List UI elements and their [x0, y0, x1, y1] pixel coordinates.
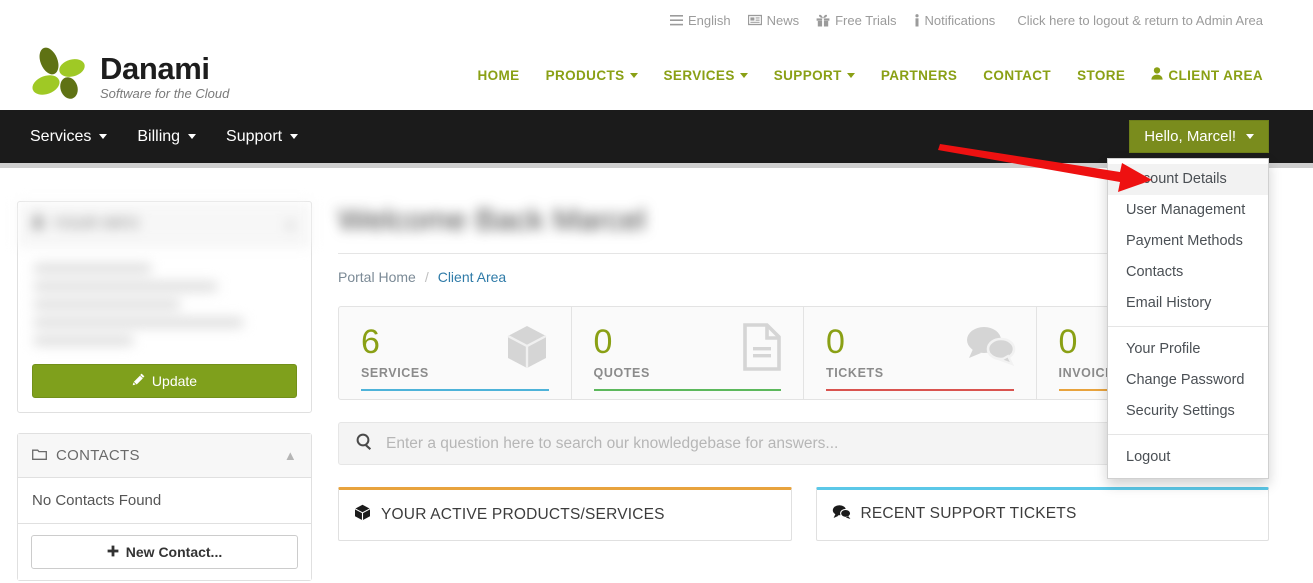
menu-item-security-settings[interactable]: Security Settings [1108, 396, 1268, 427]
navbar-item-services[interactable]: Services [30, 128, 108, 146]
sidebar: YOUR INFO ▲ Update CONTACTS ▲ No Contact… [17, 201, 312, 583]
active-products-title: YOUR ACTIVE PRODUCTS/SERVICES [381, 506, 665, 523]
menu-item-payment-methods[interactable]: Payment Methods [1108, 226, 1268, 257]
menu-item-change-password[interactable]: Change Password [1108, 365, 1268, 396]
nav-partners[interactable]: PARTNERS [881, 68, 957, 83]
menu-item-contacts[interactable]: Contacts [1108, 257, 1268, 288]
chevron-down-icon [629, 72, 638, 78]
your-info-panel: YOUR INFO ▲ Update [17, 201, 312, 413]
primary-navigation: HOME PRODUCTS SERVICES SUPPORT PARTNERS … [477, 67, 1263, 83]
menu-item-email-history[interactable]: Email History [1108, 288, 1268, 319]
menu-item-your-profile[interactable]: Your Profile [1108, 334, 1268, 365]
box-icon [354, 504, 371, 526]
menu-divider [1108, 326, 1268, 327]
quotes-rule [593, 389, 781, 391]
new-contact-button[interactable]: New Contact... [31, 535, 298, 569]
your-info-panel-header[interactable]: YOUR INFO ▲ [18, 202, 311, 246]
chat-bubbles-icon [964, 323, 1016, 372]
user-dropdown-menu: Account Details User Management Payment … [1107, 158, 1269, 479]
update-info-button[interactable]: Update [32, 364, 297, 398]
search-icon [356, 433, 373, 455]
nav-services[interactable]: SERVICES [664, 68, 748, 83]
your-info-body: Update [18, 246, 311, 412]
recent-tickets-panel: RECENT SUPPORT TICKETS [815, 487, 1269, 541]
active-products-header: YOUR ACTIVE PRODUCTS/SERVICES [339, 490, 791, 540]
menu-item-logout[interactable]: Logout [1108, 442, 1268, 473]
free-trials-label: Free Trials [835, 12, 897, 28]
newspaper-icon [747, 14, 762, 26]
chevron-up-icon[interactable]: ▲ [284, 216, 297, 231]
box-icon [503, 323, 551, 376]
nav-store[interactable]: STORE [1077, 68, 1125, 83]
contacts-empty-message: No Contacts Found [32, 492, 162, 509]
contacts-panel-header[interactable]: CONTACTS ▲ [18, 434, 311, 478]
chevron-down-icon [739, 72, 748, 78]
tickets-rule [826, 389, 1014, 391]
nav-home[interactable]: HOME [477, 68, 519, 83]
menu-divider [1108, 434, 1268, 435]
admin-logout-link[interactable]: Click here to logout & return to Admin A… [1017, 13, 1263, 28]
active-products-panel: YOUR ACTIVE PRODUCTS/SERVICES [338, 487, 792, 541]
nav-client-area[interactable]: CLIENT AREA [1151, 67, 1263, 83]
nav-products[interactable]: PRODUCTS [546, 68, 638, 83]
butterfly-leaf-logo [30, 47, 90, 103]
user-greeting-button[interactable]: Hello, Marcel! [1129, 120, 1269, 153]
gift-icon [816, 14, 830, 27]
user-icon [1151, 67, 1163, 83]
news-link[interactable]: News [747, 12, 800, 28]
contacts-panel: CONTACTS ▲ No Contacts Found New Contact… [17, 433, 312, 581]
document-icon [741, 323, 783, 376]
navbar-item-support[interactable]: Support [226, 128, 299, 146]
brand-name: Danami [100, 50, 210, 86]
stat-card-quotes[interactable]: 0 QUOTES [572, 307, 804, 399]
new-contact-label: New Contact... [125, 544, 223, 560]
language-selector[interactable]: English [669, 12, 731, 28]
breadcrumb-item-portal-home[interactable]: Portal Home [338, 269, 416, 285]
folder-icon [32, 447, 47, 464]
menu-item-user-management[interactable]: User Management [1108, 195, 1268, 226]
brand-tagline: Software for the Cloud [100, 85, 230, 101]
top-utility-bar: English News Free Trials Notifications C… [0, 0, 1313, 40]
chevron-down-icon [846, 72, 855, 78]
chevron-down-icon [290, 134, 299, 139]
stat-card-services[interactable]: 6 SERVICES [339, 307, 572, 399]
stat-card-tickets[interactable]: 0 TICKETS [804, 307, 1037, 399]
update-info-label: Update [151, 373, 198, 389]
news-label: News [766, 12, 800, 28]
hamburger-icon [669, 14, 683, 26]
brand-logo[interactable]: Danami Software for the Cloud [30, 47, 229, 103]
language-label: English [687, 12, 731, 28]
plus-icon [107, 544, 119, 560]
contacts-panel-footer: New Contact... [18, 523, 311, 580]
client-area-page: English News Free Trials Notifications C… [0, 0, 1313, 583]
breadcrumb-separator: / [424, 269, 429, 285]
user-greeting-label: Hello, Marcel! [1144, 128, 1236, 145]
services-rule [361, 389, 549, 391]
chevron-down-icon [99, 134, 108, 139]
breadcrumb-item-client-area[interactable]: Client Area [438, 269, 506, 285]
notifications-label: Notifications [924, 12, 996, 28]
chevron-down-icon [1246, 134, 1254, 139]
recent-tickets-header: RECENT SUPPORT TICKETS [817, 490, 1269, 538]
your-info-redacted-details [32, 260, 297, 364]
chat-bubbles-icon [832, 504, 851, 524]
notifications-link[interactable]: Notifications [914, 12, 996, 28]
chevron-down-icon [188, 134, 197, 139]
nav-contact[interactable]: CONTACT [983, 68, 1051, 83]
contacts-title: CONTACTS [56, 447, 140, 464]
recent-tickets-title: RECENT SUPPORT TICKETS [860, 505, 1077, 522]
bottom-panels: YOUR ACTIVE PRODUCTS/SERVICES RECENT SUP… [338, 487, 1269, 541]
menu-item-account-details[interactable]: Account Details [1108, 164, 1268, 195]
info-icon [914, 13, 920, 27]
nav-support[interactable]: SUPPORT [774, 68, 855, 83]
free-trials-link[interactable]: Free Trials [816, 12, 897, 28]
client-navbar: Services Billing Support Hello, Marcel! [0, 110, 1313, 163]
site-header: Danami Software for the Cloud HOME PRODU… [0, 40, 1313, 110]
navbar-item-billing[interactable]: Billing [137, 128, 197, 146]
pencil-icon [132, 373, 145, 389]
user-icon [32, 215, 44, 232]
your-info-title: YOUR INFO [53, 215, 140, 232]
chevron-up-icon[interactable]: ▲ [284, 448, 297, 463]
